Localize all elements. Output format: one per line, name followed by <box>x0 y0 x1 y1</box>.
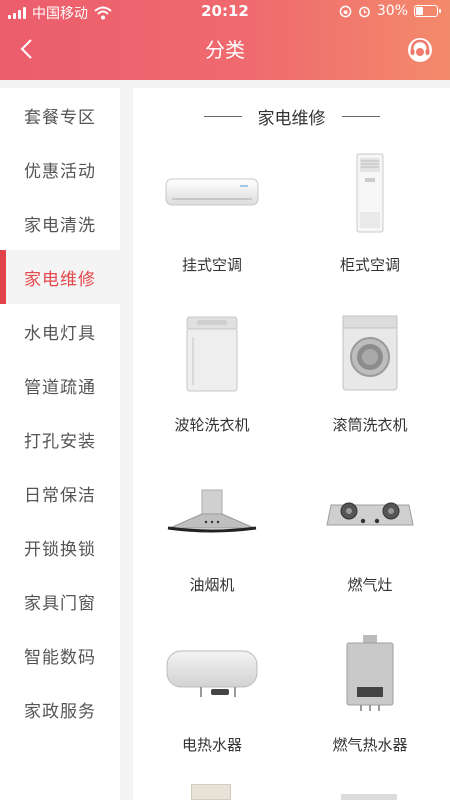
sidebar-item-label: 管道疏通 <box>24 377 96 398</box>
next-row-thumbnail-left <box>191 784 231 800</box>
section-header: 家电维修 <box>133 104 450 129</box>
sidebar-item-label: 家电维修 <box>24 269 96 290</box>
sidebar-item-housekeeping[interactable]: 家政服务 <box>0 682 120 736</box>
category-sidebar: 套餐专区 优惠活动 家电清洗 家电维修 水电灯具 管道疏通 打孔安装 日常保洁 … <box>0 88 120 800</box>
range-hood-icon <box>167 489 257 533</box>
sidebar-item-appliance-repair[interactable]: 家电维修 <box>0 250 120 304</box>
service-item-label: 波轮洗衣机 <box>174 416 250 434</box>
sidebar-item-pipe-dredging[interactable]: 管道疏通 <box>0 358 120 412</box>
service-item-top-load-washer[interactable]: 波轮洗衣机 <box>133 298 291 458</box>
sidebar-item-label: 日常保洁 <box>24 485 96 506</box>
sidebar-item-label: 套餐专区 <box>24 107 96 128</box>
sidebar-item-label: 水电灯具 <box>24 323 96 344</box>
section-title: 家电维修 <box>257 108 326 129</box>
sidebar-item-label: 开锁换锁 <box>24 539 96 560</box>
sidebar-item-label: 智能数码 <box>24 647 96 668</box>
sidebar-item-package[interactable]: 套餐专区 <box>0 88 120 142</box>
service-item-range-hood[interactable]: 油烟机 <box>133 458 291 618</box>
service-item-standing-ac[interactable]: 柜式空调 <box>291 138 449 298</box>
service-item-label: 滚筒洗衣机 <box>332 416 408 434</box>
page-title: 分类 <box>205 38 245 62</box>
sidebar-item-label: 家电清洗 <box>24 215 96 236</box>
sidebar-item-appliance-cleaning[interactable]: 家电清洗 <box>0 196 120 250</box>
sidebar-item-label: 家具门窗 <box>24 593 96 614</box>
sidebar-item-daily-cleaning[interactable]: 日常保洁 <box>0 466 120 520</box>
standing-air-conditioner-icon <box>356 153 384 233</box>
service-item-gas-water-heater[interactable]: 燃气热水器 <box>291 618 449 778</box>
service-item-label: 燃气热水器 <box>332 736 408 754</box>
front-load-washer-icon <box>342 315 398 391</box>
service-item-label: 油烟机 <box>189 576 235 594</box>
sidebar-item-smart-digital[interactable]: 智能数码 <box>0 628 120 682</box>
category-content: 家电维修 挂式空调 柜式空调 波轮洗衣机 滚筒洗衣机 油烟机 燃气灶 电热水器 … <box>133 88 450 800</box>
divider <box>203 115 242 117</box>
alarm-icon <box>358 6 370 17</box>
next-row-thumbnail-right <box>341 794 397 800</box>
battery-percent: 30% <box>376 3 408 19</box>
status-bar: 中国移动 20:12 30% <box>0 0 450 24</box>
service-item-label: 燃气灶 <box>347 576 393 594</box>
battery-icon <box>414 5 441 17</box>
rotation-lock-icon <box>339 5 352 17</box>
gas-stove-icon <box>326 502 414 526</box>
sidebar-item-promotions[interactable]: 优惠活动 <box>0 142 120 196</box>
wall-air-conditioner-icon <box>165 178 259 206</box>
sidebar-item-furniture-doors[interactable]: 家具门窗 <box>0 574 120 628</box>
service-item-gas-stove[interactable]: 燃气灶 <box>291 458 449 618</box>
service-item-electric-water-heater[interactable]: 电热水器 <box>133 618 291 778</box>
service-item-wall-ac[interactable]: 挂式空调 <box>133 138 291 298</box>
sidebar-item-drilling-install[interactable]: 打孔安装 <box>0 412 120 466</box>
sidebar-item-label: 家政服务 <box>24 701 96 722</box>
sidebar-item-label: 打孔安装 <box>24 431 96 452</box>
sidebar-item-lock-service[interactable]: 开锁换锁 <box>0 520 120 574</box>
sidebar-item-label: 优惠活动 <box>24 161 96 182</box>
service-item-label: 挂式空调 <box>181 256 242 274</box>
service-item-label: 柜式空调 <box>339 256 400 274</box>
divider <box>341 115 380 117</box>
top-load-washer-icon <box>186 316 238 392</box>
gas-water-heater-icon <box>346 635 394 711</box>
header: 中国移动 20:12 30% 分类 <box>0 0 450 80</box>
sidebar-item-plumbing-lighting[interactable]: 水电灯具 <box>0 304 120 358</box>
customer-service-icon <box>408 38 432 62</box>
service-item-front-load-washer[interactable]: 滚筒洗衣机 <box>291 298 449 458</box>
electric-water-heater-icon <box>166 650 258 697</box>
customer-service-button[interactable] <box>406 36 434 64</box>
service-item-label: 电热水器 <box>181 736 242 754</box>
